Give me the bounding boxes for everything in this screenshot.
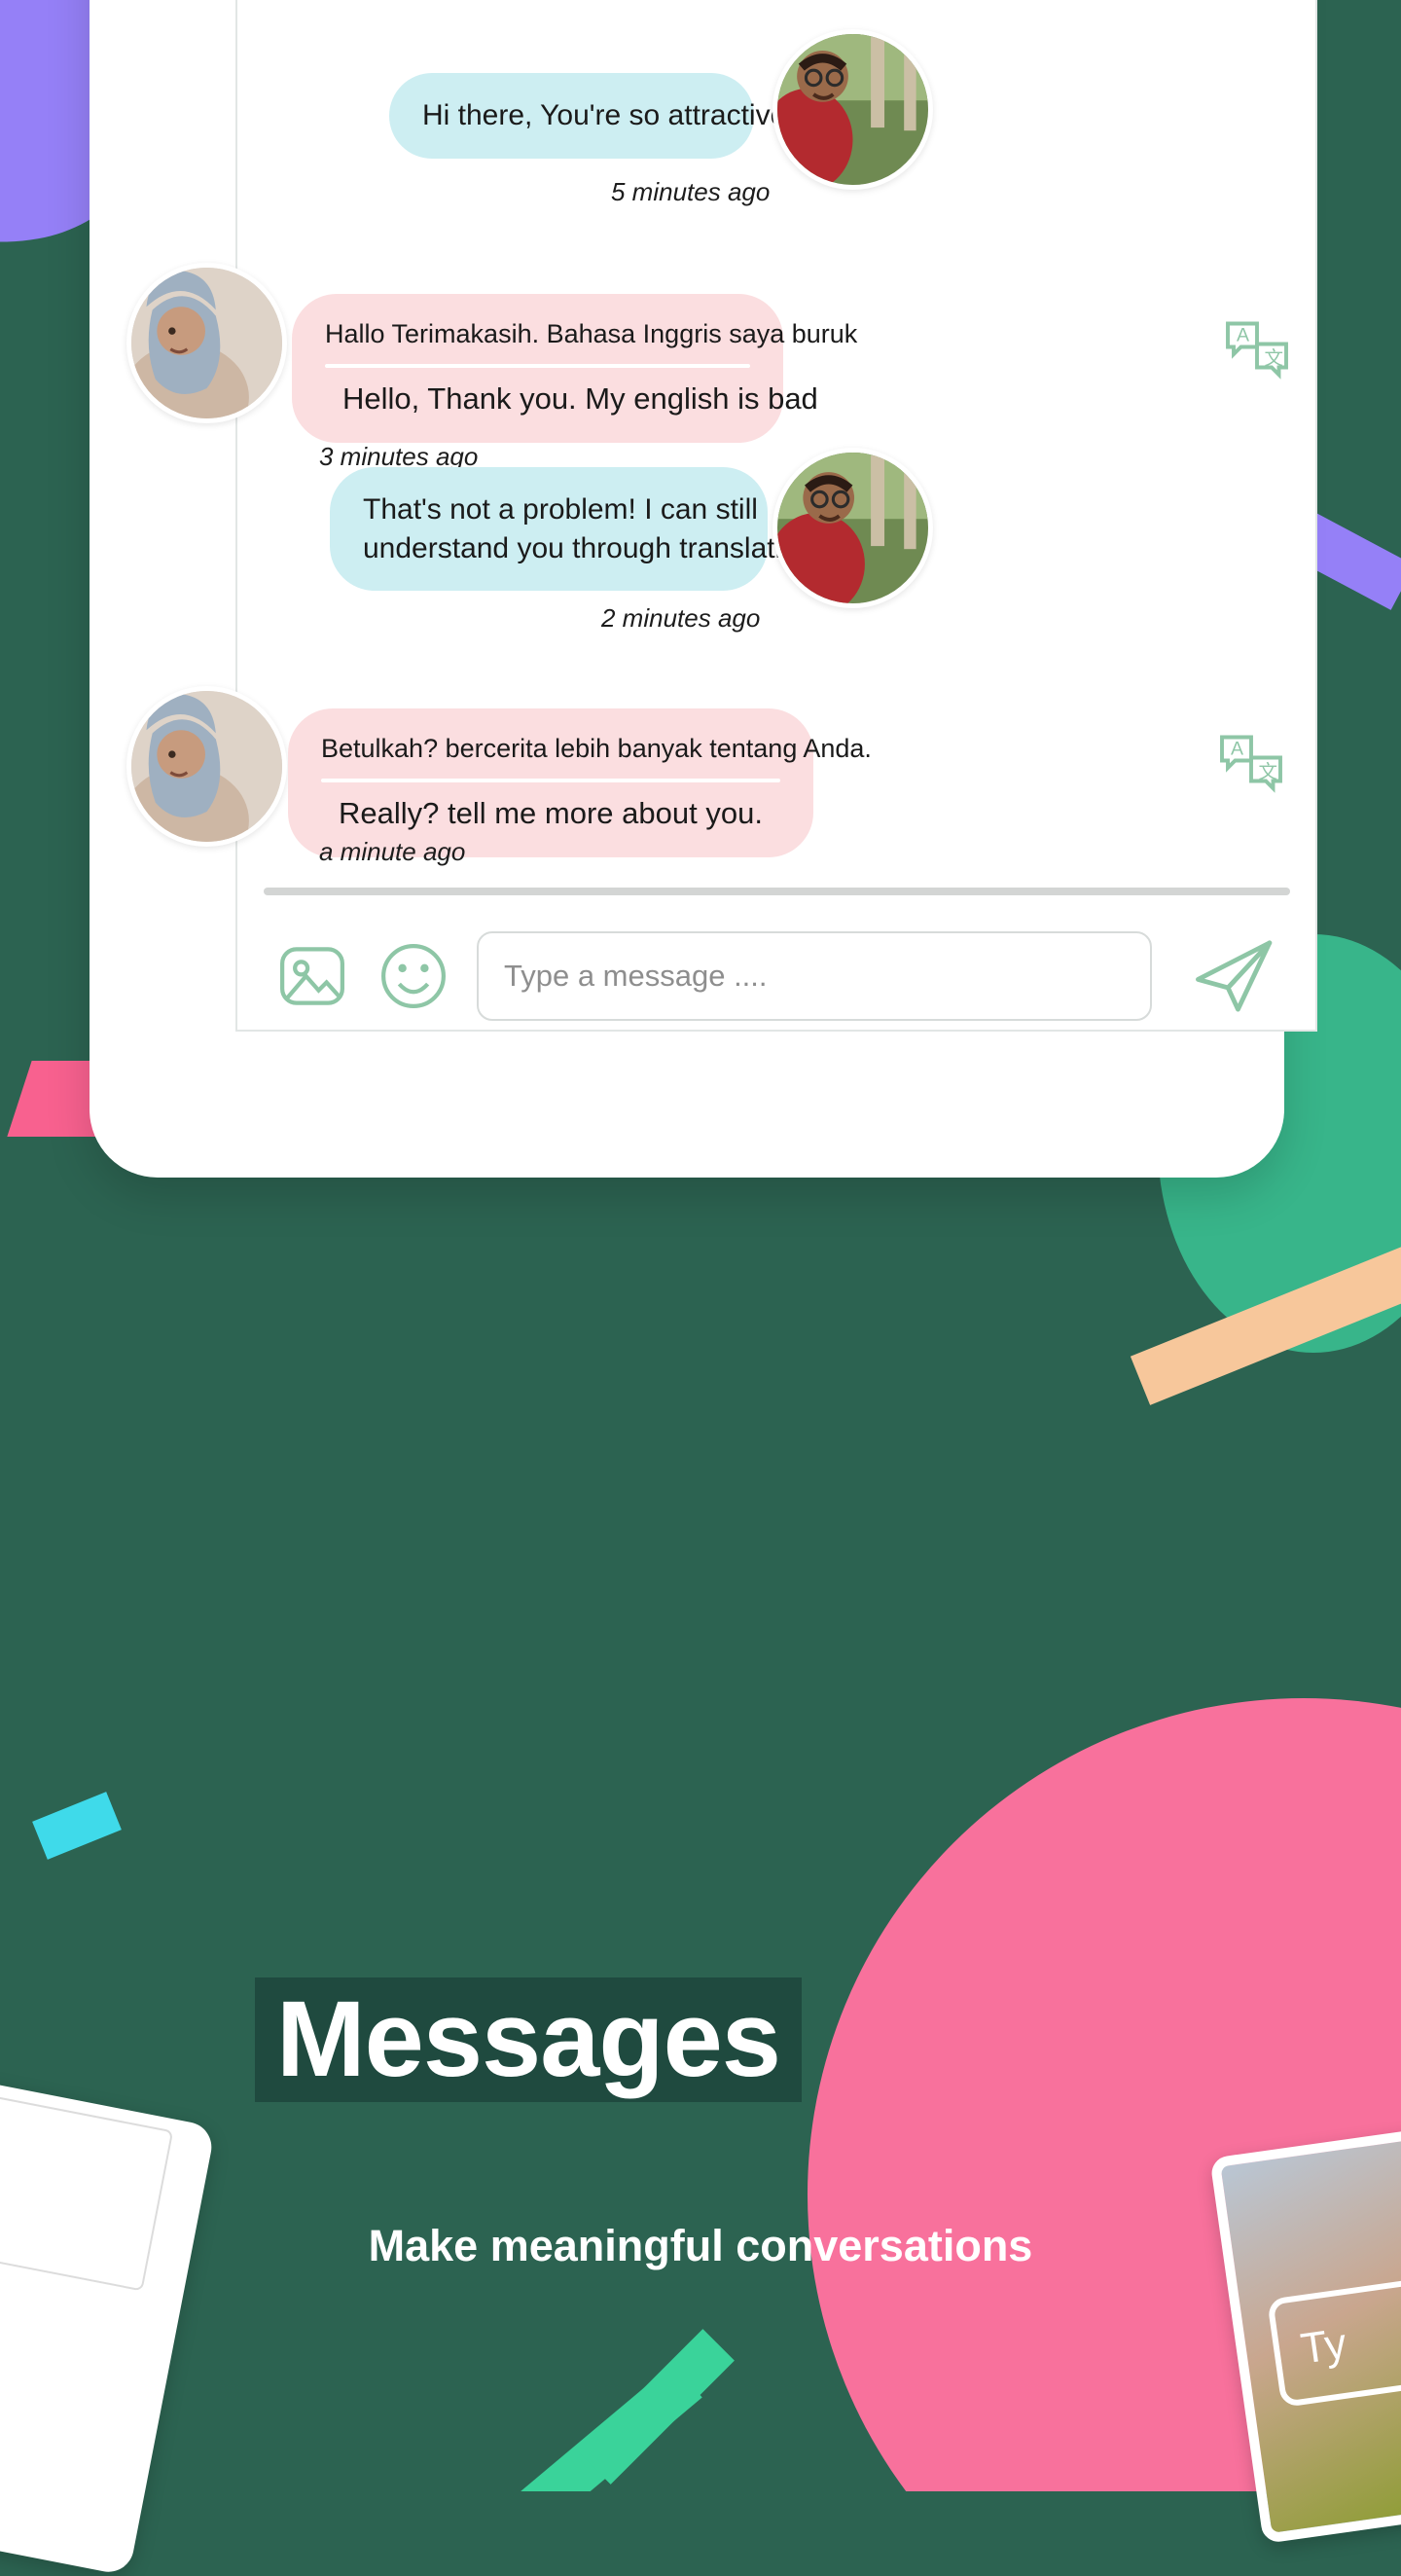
- svg-text:文: 文: [1265, 347, 1284, 370]
- message-composer: Type a message ....: [237, 920, 1315, 1032]
- avatar-self-1[interactable]: [772, 29, 933, 190]
- message-translated-text: Hello, Thank you. My english is bad: [342, 381, 818, 416]
- smiley-icon[interactable]: [376, 938, 451, 1014]
- svg-text:A: A: [1231, 739, 1243, 760]
- message-input[interactable]: Type a message ....: [477, 930, 1152, 1021]
- svg-text:文: 文: [1259, 761, 1278, 783]
- phone-frame: Hi there, You're so attractive. 5 minute…: [90, 0, 1317, 1178]
- composer-divider: [264, 888, 1290, 895]
- translate-icon[interactable]: A 文: [1216, 730, 1286, 800]
- chat-surface: Hi there, You're so attractive. 5 minute…: [126, 0, 1317, 1032]
- message-input-placeholder: Type a message ....: [504, 958, 768, 993]
- message-original-text: Betulkah? bercerita lebih banyak tentang…: [321, 734, 872, 763]
- avatar-self-2[interactable]: [772, 448, 933, 608]
- message-text-line-1: That's not a problem! I can still: [363, 493, 758, 526]
- translate-icon[interactable]: A 文: [1222, 316, 1292, 386]
- message-timestamp-3: 2 minutes ago: [601, 603, 761, 633]
- avatar-other-1[interactable]: [126, 263, 287, 423]
- message-bubble-self-1[interactable]: Hi there, You're so attractive.: [389, 73, 795, 159]
- message-timestamp-4: a minute ago: [319, 837, 466, 866]
- send-icon[interactable]: [1191, 936, 1278, 1016]
- mockup-input-right-text: Ty: [1298, 2319, 1349, 2374]
- message-text: Hi there, You're so attractive.: [422, 99, 795, 131]
- translation-divider: [321, 778, 780, 782]
- message-original-text: Hallo Terimakasih. Bahasa Inggris saya b…: [325, 319, 858, 348]
- message-bubble-self-2[interactable]: That's not a problem! I can still unders…: [330, 467, 822, 592]
- page-title: Messages: [276, 1979, 781, 2099]
- message-timestamp-1: 5 minutes ago: [611, 177, 771, 206]
- decor-green-diagonal: [579, 2329, 735, 2485]
- message-bubble-other-2[interactable]: Betulkah? bercerita lebih banyak tentang…: [288, 708, 872, 857]
- page-title-box: Messages: [255, 1977, 802, 2102]
- decor-cyan-slab: [32, 1792, 122, 1860]
- image-icon[interactable]: [274, 938, 350, 1014]
- message-text-line-2: understand you through translation.: [363, 531, 822, 564]
- page-subtitle: Make meaningful conversations: [368, 2221, 1033, 2270]
- message-bubble-other-1[interactable]: Hallo Terimakasih. Bahasa Inggris saya b…: [292, 294, 858, 443]
- avatar-other-2[interactable]: [126, 686, 287, 847]
- mockup-input-right: Ty: [1267, 2269, 1401, 2409]
- translation-divider: [325, 363, 750, 368]
- message-translated-text: Really? tell me more about you.: [339, 795, 763, 830]
- svg-text:A: A: [1237, 325, 1249, 346]
